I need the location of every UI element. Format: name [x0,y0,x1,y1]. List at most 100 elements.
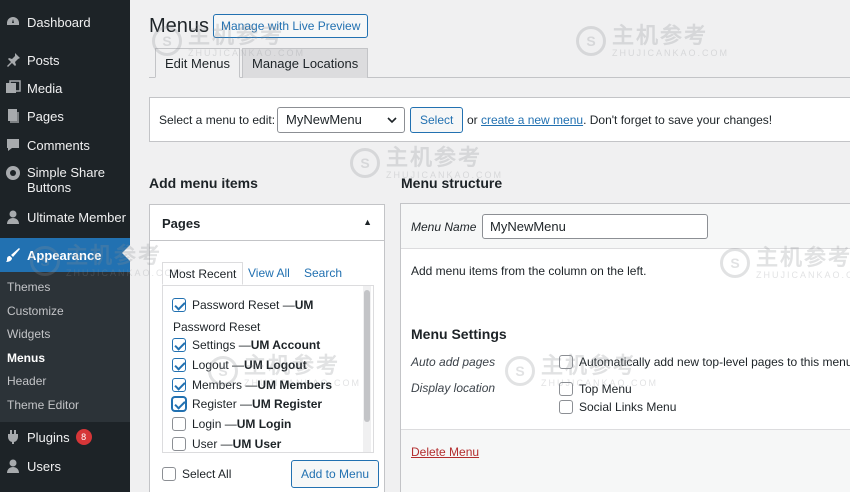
sidebar-item-users[interactable]: Users [0,457,130,475]
list-item[interactable]: Members — UM Members [172,378,332,392]
brush-icon [5,247,21,263]
checkbox[interactable] [172,298,186,312]
checkbox[interactable] [559,382,573,396]
delete-menu-link[interactable]: Delete Menu [411,445,479,459]
menu-settings-title: Menu Settings [411,326,507,342]
list-item[interactable]: Settings — UM Account [172,338,320,352]
sidebar-item-label: Dashboard [27,14,91,30]
subtab-most-recent[interactable]: Most Recent [162,262,244,285]
item-tag: UM Account [250,338,321,352]
submenu-item-themes[interactable]: Themes [7,280,50,294]
item-title: Register — [192,397,253,411]
checkbox[interactable] [172,417,186,431]
checkbox[interactable] [172,338,186,352]
watermark-text: 主机参考 [612,23,709,48]
item-title: User — [192,437,233,451]
sidebar-item-label: Ultimate Member [27,209,126,225]
sidebar-item-posts[interactable]: Posts [0,51,130,69]
menu-name-input[interactable]: MyNewMenu [482,214,708,239]
sidebar-item-label: Appearance [27,247,102,263]
tab-edit-menus[interactable]: Edit Menus [155,48,241,78]
item-tag: UM Members [257,378,333,392]
sidebar-item-plugins[interactable]: Plugins 8 [0,428,130,446]
sidebar-item-label: Posts [27,52,60,68]
add-to-menu-button[interactable]: Add to Menu [291,460,380,488]
add-menu-items-heading: Add menu items [149,175,258,191]
list-item[interactable]: Login — UM Login [172,417,291,431]
sidebar-item-simple-share-buttons[interactable]: Simple Share Buttons [0,165,130,197]
menu-structure-panel: Menu Name MyNewMenu Add menu items from … [400,203,850,492]
watermark-subtext: ZHUJICANKAO.COM [612,48,730,58]
submenu-item-header[interactable]: Header [7,374,46,388]
list-item[interactable]: Password Reset — UM [172,298,313,312]
sidebar-item-comments[interactable]: Comments [0,136,130,154]
checkbox[interactable] [559,355,573,369]
checkbox[interactable] [162,467,176,481]
watermark: S 主机参考ZHUJICANKAO.COM [576,24,729,58]
share-icon [5,165,21,181]
page-title: Menus [149,15,210,37]
manage-menus-bar: Select a menu to edit: MyNewMenu Select … [149,97,850,142]
auto-add-pages-text: Automatically add new top-level pages to… [579,355,850,369]
checkbox[interactable] [172,378,186,392]
sidebar-item-label: Media [27,80,63,96]
display-location-label: Display location [411,381,496,395]
list-item[interactable]: Register — UM Register [172,397,322,411]
tab-manage-locations[interactable]: Manage Locations [242,48,369,78]
sidebar-item-media[interactable]: Media [0,79,130,97]
checklist-scrollbar-thumb[interactable] [364,290,370,422]
active-menu-arrow [122,245,130,261]
select-all-checkbox[interactable]: Select All [162,467,231,481]
watermark-logo-icon: S [350,148,380,178]
menu-structure-heading: Menu structure [401,175,503,191]
sidebar-item-label: Comments [27,137,90,153]
checkbox[interactable] [172,358,186,372]
save-reminder-text: . Don't forget to save your changes! [583,113,773,127]
sidebar-item-appearance[interactable]: Appearance [0,238,130,272]
plugin-icon [5,429,21,445]
item-title: Settings — [192,338,251,352]
location-top-menu[interactable]: Top Menu [559,382,632,396]
pin-icon [5,52,21,68]
select-menu-label: Select a menu to edit: [159,113,276,127]
group-label: Password Reset [173,320,261,334]
auto-add-pages-label: Auto add pages [411,355,496,369]
user-icon [5,209,21,225]
subtab-view-all[interactable]: View All [248,266,290,280]
or-text: or [467,113,478,127]
submenu-item-theme-editor[interactable]: Theme Editor [7,398,79,412]
chevron-down-icon [386,108,398,140]
subtab-search[interactable]: Search [304,266,342,280]
auto-add-pages-option[interactable]: Automatically add new top-level pages to… [559,355,850,369]
sidebar-item-ultimate-member[interactable]: Ultimate Member [0,208,130,226]
list-item[interactable]: User — UM User [172,437,281,451]
checkbox[interactable] [559,400,573,414]
sidebar-item-pages[interactable]: Pages [0,107,130,125]
item-tag: UM [294,298,314,312]
sidebar-item-label: Simple Share Buttons [27,165,106,195]
checkbox[interactable] [172,397,186,411]
item-title: Logout — [192,358,245,372]
pages-accordion-header[interactable]: Pages ▲ [150,205,384,241]
submenu-item-customize[interactable]: Customize [7,304,64,318]
watermark-logo-icon: S [576,26,606,56]
submenu-item-menus[interactable]: Menus [7,351,45,365]
create-new-menu-link[interactable]: create a new menu [481,113,583,127]
menu-select[interactable]: MyNewMenu [277,107,405,133]
location-social-links-menu[interactable]: Social Links Menu [559,400,676,414]
location-label: Top Menu [579,382,632,396]
menu-name-label: Menu Name [411,220,477,234]
location-label: Social Links Menu [579,400,677,414]
manage-live-preview-button[interactable]: Manage with Live Preview [213,14,369,38]
item-tag: UM User [232,437,282,451]
page-icon [5,108,21,124]
list-item[interactable]: Logout — UM Logout [172,358,307,372]
checkbox[interactable] [172,437,186,451]
menu-structure-footer: Delete Menu [401,429,850,492]
sidebar-item-label: Pages [27,108,64,124]
submenu-item-widgets[interactable]: Widgets [7,327,50,341]
select-menu-button[interactable]: Select [410,107,464,133]
sidebar-item-dashboard[interactable]: Dashboard [0,13,130,31]
menu-structure-hint: Add menu items from the column on the le… [411,264,647,278]
create-menu-text: or create a new menu. Don't forget to sa… [467,113,772,127]
